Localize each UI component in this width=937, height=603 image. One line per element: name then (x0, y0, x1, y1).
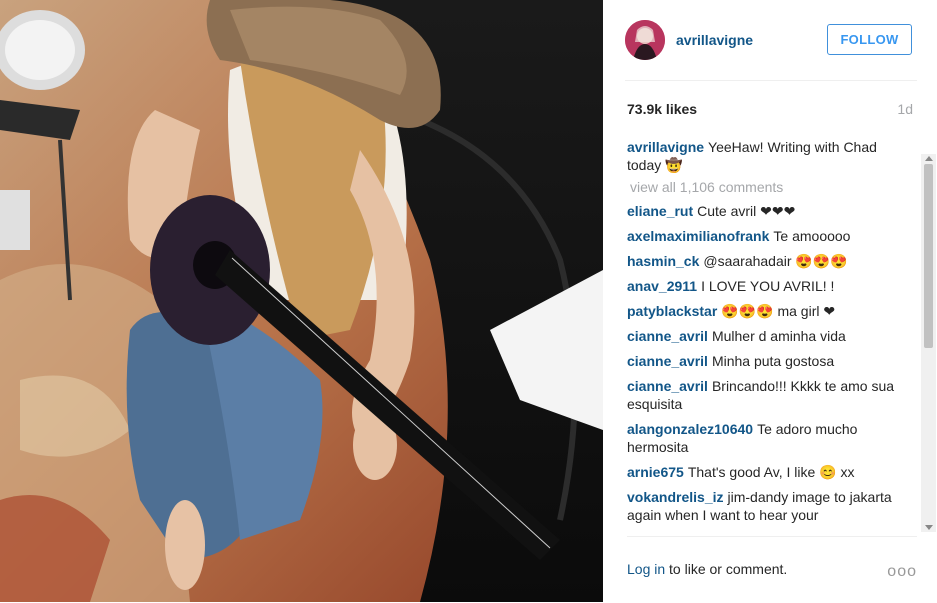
post-side-panel: avrillavigne FOLLOW 73.9k likes 1d avril… (603, 0, 937, 602)
comment-item: hasmin_ck @saarahadair 😍😍😍 (627, 252, 909, 270)
comment-username[interactable]: eliane_rut (627, 203, 693, 219)
post-header: avrillavigne FOLLOW (625, 20, 917, 81)
scroll-down-arrow-icon[interactable] (925, 525, 933, 530)
follow-button[interactable]: FOLLOW (827, 24, 912, 55)
comments-scrollbar[interactable] (921, 154, 936, 532)
comment-item: patyblackstar 😍😍😍 ma girl ❤ (627, 302, 909, 320)
comment-item: cianne_avril Brincando!!! Kkkk te amo sua… (627, 377, 909, 413)
avatar[interactable] (625, 20, 665, 60)
comment-text: @saarahadair 😍😍😍 (703, 253, 848, 269)
scrollbar-thumb[interactable] (924, 164, 933, 348)
comment-item: cianne_avril Minha puta gostosa (627, 352, 909, 370)
comment-username[interactable]: axelmaximilianofrank (627, 228, 769, 244)
comment-username[interactable]: anav_2911 (627, 278, 697, 294)
comment-text: Mulher d aminha vida (711, 328, 846, 344)
post-age[interactable]: 1d (897, 101, 913, 117)
more-options-icon[interactable]: ooo (887, 563, 917, 581)
post-username[interactable]: avrillavigne (676, 32, 753, 48)
comment-text: 😍😍😍 ma girl ❤ (721, 303, 836, 319)
login-link[interactable]: Log in (627, 561, 665, 577)
scroll-up-arrow-icon[interactable] (925, 156, 933, 161)
comment-username[interactable]: cianne_avril (627, 328, 708, 344)
comment-text: Te amooooo (773, 228, 851, 244)
caption-username[interactable]: avrillavigne (627, 139, 704, 155)
comment-username[interactable]: alangonzalez10640 (627, 421, 753, 437)
comment-item: cianne_avril Mulher d aminha vida (627, 327, 909, 345)
comment-username[interactable]: vokandrelis_iz (627, 489, 724, 505)
comment-item: vokandrelis_iz jim-dandy image to jakarta… (627, 488, 909, 524)
comment-text: That's good Av, I like 😊 xx (687, 464, 855, 480)
comment-username[interactable]: patyblackstar (627, 303, 717, 319)
comment-text: Cute avril ❤❤❤ (697, 203, 796, 219)
photo-illustration (0, 0, 603, 602)
avatar-image (625, 20, 665, 60)
likes-count[interactable]: 73.9k likes (627, 101, 697, 117)
comment-username[interactable]: cianne_avril (627, 353, 708, 369)
comment-text: I LOVE YOU AVRIL! ! (701, 278, 835, 294)
login-prompt: Log in to like or comment. (627, 561, 787, 577)
comment-username[interactable]: arnie675 (627, 464, 684, 480)
comment-item: alangonzalez10640 Te adoro mucho hermosit… (627, 420, 909, 456)
post-photo[interactable] (0, 0, 603, 602)
view-all-comments-link[interactable]: view all 1,106 comments (630, 179, 909, 195)
caption: avrillavigne YeeHaw! Writing with Chad to… (627, 138, 909, 174)
comment-item: axelmaximilianofrank Te amooooo (627, 227, 909, 245)
comment-text: Minha puta gostosa (711, 353, 835, 369)
comment-item: arnie675 That's good Av, I like 😊 xx (627, 463, 909, 481)
login-prompt-text: to like or comment. (665, 561, 788, 577)
post-footer: Log in to like or comment. ooo (627, 536, 917, 603)
comments-list[interactable]: avrillavigne YeeHaw! Writing with Chad to… (627, 138, 909, 534)
comment-item: anav_2911 I LOVE YOU AVRIL! ! (627, 277, 909, 295)
comment-item: eliane_rut Cute avril ❤❤❤ (627, 202, 909, 220)
comment-username[interactable]: cianne_avril (627, 378, 708, 394)
comment-username[interactable]: hasmin_ck (627, 253, 699, 269)
